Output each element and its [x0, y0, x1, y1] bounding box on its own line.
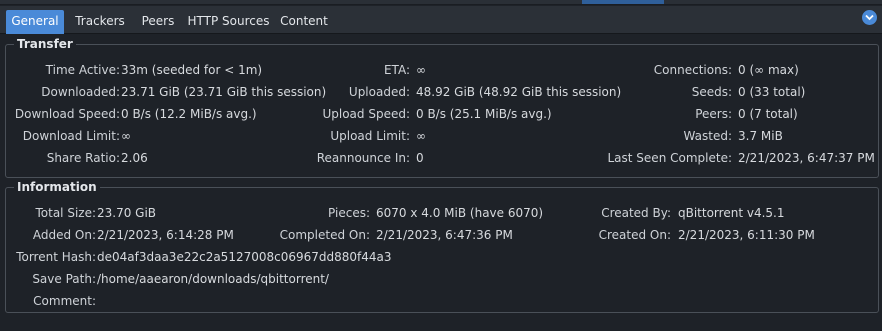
pieces-label: Pieces:: [328, 206, 370, 220]
reannounce-value: 0: [416, 151, 424, 165]
created-by-value: qBittorrent v4.5.1: [678, 206, 785, 220]
pieces-value: 6070 x 4.0 MiB (have 6070): [376, 206, 544, 220]
chevron-down-icon: [865, 14, 874, 21]
properties-tab-bar: General Trackers Peers HTTP Sources Cont…: [0, 6, 882, 34]
added-on-value: 2/21/2023, 6:14:28 PM: [97, 228, 234, 242]
peers-label: Peers:: [695, 107, 732, 121]
upload-speed-value: 0 B/s (25.1 MiB/s avg.): [416, 107, 552, 121]
tab-trackers[interactable]: Trackers: [70, 10, 130, 34]
created-on-label: Created On:: [598, 228, 671, 242]
wasted-value: 3.7 MiB: [738, 129, 783, 143]
transfer-group: Transfer Time Active: 33m (seeded for < …: [5, 37, 879, 178]
last-seen-complete-value: 2/21/2023, 6:47:37 PM: [738, 151, 875, 165]
last-seen-complete-label: Last Seen Complete:: [607, 151, 733, 165]
download-speed-label: Download Speed:: [14, 107, 120, 121]
downloaded-value: 23.71 GiB (23.71 GiB this session): [121, 85, 327, 99]
selected-row-edge: [582, 0, 664, 4]
connections-label: Connections:: [653, 63, 732, 77]
total-size-label: Total Size:: [35, 206, 96, 220]
download-limit-label: Download Limit:: [22, 129, 120, 143]
seeds-label: Seeds:: [691, 85, 732, 99]
peers-value: 0 (7 total): [738, 107, 798, 121]
transfer-title: Transfer: [14, 37, 76, 51]
time-active-value: 33m (seeded for < 1m): [121, 63, 263, 77]
torrent-hash-value[interactable]: de04af3daa3e22c2a5127008c06967dd880f44a3: [97, 249, 392, 265]
upload-limit-value: ∞: [416, 129, 426, 143]
time-active-label: Time Active:: [45, 63, 120, 77]
torrent-hash-label: Torrent Hash:: [16, 250, 96, 264]
eta-value: ∞: [416, 63, 426, 77]
connections-value: 0 (∞ max): [738, 63, 799, 77]
tab-general[interactable]: General: [6, 10, 64, 34]
wasted-label: Wasted:: [683, 129, 732, 143]
downloaded-label: Downloaded:: [41, 85, 120, 99]
completed-on-value: 2/21/2023, 6:47:36 PM: [376, 228, 513, 242]
upload-limit-label: Upload Limit:: [330, 129, 410, 143]
tab-peers[interactable]: Peers: [136, 10, 180, 34]
completed-on-label: Completed On:: [279, 228, 370, 242]
created-by-label: Created By:: [601, 206, 671, 220]
upload-speed-label: Upload Speed:: [322, 107, 410, 121]
eta-label: ETA:: [383, 63, 410, 77]
share-ratio-label: Share Ratio:: [46, 151, 120, 165]
download-limit-value: ∞: [121, 129, 131, 143]
tab-http-sources[interactable]: HTTP Sources: [186, 10, 271, 34]
collapse-panel-button[interactable]: [862, 10, 877, 25]
information-group: Information Total Size: 23.70 GiB Added …: [5, 180, 879, 313]
created-on-value: 2/21/2023, 6:11:30 PM: [678, 228, 815, 242]
torrent-list-edge: [0, 0, 882, 5]
comment-label: Comment:: [33, 294, 96, 308]
save-path-value[interactable]: /home/aaearon/downloads/qbittorrent/: [97, 271, 329, 287]
download-speed-value: 0 B/s (12.2 MiB/s avg.): [121, 107, 257, 121]
tab-content[interactable]: Content: [277, 10, 331, 34]
save-path-label: Save Path:: [32, 272, 96, 286]
seeds-value: 0 (33 total): [738, 85, 806, 99]
uploaded-value: 48.92 GiB (48.92 GiB this session): [416, 85, 622, 99]
reannounce-label: Reannounce In:: [316, 151, 410, 165]
share-ratio-value: 2.06: [121, 151, 148, 165]
total-size-value: 23.70 GiB: [97, 206, 157, 220]
added-on-label: Added On:: [32, 228, 96, 242]
uploaded-label: Uploaded:: [348, 85, 410, 99]
information-title: Information: [14, 180, 100, 194]
